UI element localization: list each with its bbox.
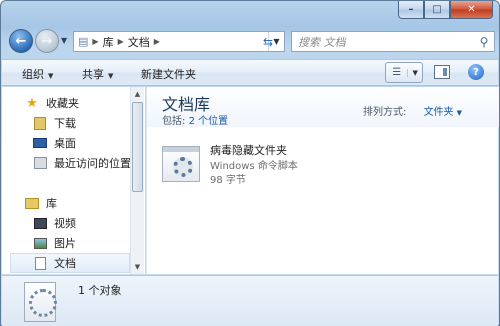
file-name: 病毒隐藏文件夹 xyxy=(210,144,287,157)
sidebar-label: 下载 xyxy=(54,117,76,130)
sidebar-label: 图片 xyxy=(54,237,76,250)
help-button[interactable]: ? xyxy=(468,64,484,80)
sidebar-label: 收藏夹 xyxy=(46,97,79,110)
change-view-button[interactable]: ☰ ▼ xyxy=(385,62,423,83)
details-pane: 1 个对象 xyxy=(2,275,498,326)
command-bar: 组织 ▼ 共享 ▼ 新建文件夹 ☰ ▼ ? xyxy=(2,59,498,86)
arrange-by: 排列方式: 文件夹 ▼ xyxy=(363,103,462,118)
sidebar-item-favorites[interactable]: ★ 收藏夹 xyxy=(24,93,79,113)
close-button[interactable]: ✕ xyxy=(450,1,493,19)
sidebar-item-documents[interactable]: 文档 xyxy=(10,253,130,273)
breadcrumb-documents[interactable]: 文档 xyxy=(124,34,154,50)
scroll-up-icon[interactable]: ▲ xyxy=(131,87,144,101)
nav-scrollbar[interactable]: ▲ ▼ xyxy=(130,87,144,274)
scroll-down-icon[interactable]: ▼ xyxy=(131,260,144,274)
script-file-icon xyxy=(24,282,57,322)
breadcrumb-library[interactable]: 库 xyxy=(99,34,118,50)
picture-icon xyxy=(32,236,48,250)
arrange-label: 排列方式: xyxy=(363,107,407,118)
gear-icon xyxy=(173,157,193,177)
share-label: 共享 xyxy=(82,68,104,81)
chevron-down-icon[interactable]: ▼ xyxy=(407,68,422,77)
organize-label: 组织 xyxy=(22,68,44,81)
arrow-right-icon: → xyxy=(41,33,53,49)
sidebar-item-recent[interactable]: 最近访问的位置 xyxy=(32,153,131,173)
includes-label: 包括: xyxy=(162,116,186,127)
forward-button[interactable]: → xyxy=(35,29,59,53)
back-button[interactable]: ← xyxy=(9,29,33,53)
explorer-window: – □ ✕ ← → ▼ ▤ ▶ 库 ▶ 文档 ▶ ▼ ⇆ 搜索 文档 ⚲ 组织 ▼… xyxy=(0,0,500,326)
sidebar-item-libraries[interactable]: 库 xyxy=(24,193,57,213)
video-icon xyxy=(32,216,48,230)
arrange-by-dropdown[interactable]: 文件夹 xyxy=(424,107,454,118)
chevron-down-icon: ▼ xyxy=(108,72,114,80)
file-type: Windows 命令脚本 xyxy=(210,161,298,172)
sidebar-item-pictures[interactable]: 图片 xyxy=(32,233,76,253)
script-file-icon xyxy=(162,146,200,182)
search-placeholder: 搜索 文档 xyxy=(298,35,346,49)
search-input[interactable]: 搜索 文档 ⚲ xyxy=(291,31,495,52)
minimize-button[interactable]: – xyxy=(398,1,424,19)
star-icon: ★ xyxy=(26,95,38,111)
maximize-button[interactable]: □ xyxy=(424,1,450,19)
navigation-pane: ★ 收藏夹 下载 桌面 最近访问的位置 库 视频 图片 文档 ▲ ▼ xyxy=(2,87,145,274)
library-header: 文档库 包括: 2 个位置 排列方式: 文件夹 ▼ xyxy=(147,87,499,127)
chevron-right-icon[interactable]: ▶ xyxy=(154,37,160,46)
new-folder-button[interactable]: 新建文件夹 xyxy=(141,66,196,82)
chevron-down-icon: ▼ xyxy=(48,72,54,80)
share-button[interactable]: 共享 ▼ xyxy=(82,66,113,82)
sidebar-label: 最近访问的位置 xyxy=(54,157,131,170)
file-item[interactable]: 病毒隐藏文件夹 Windows 命令脚本 98 字节 xyxy=(162,142,342,186)
library-includes: 包括: 2 个位置 xyxy=(162,112,228,127)
folder-icon: ▤ xyxy=(78,35,89,48)
caption-buttons: – □ ✕ xyxy=(398,1,493,19)
scroll-thumb[interactable] xyxy=(132,102,143,192)
sidebar-item-desktop[interactable]: 桌面 xyxy=(32,133,76,153)
sidebar-label: 视频 xyxy=(54,217,76,230)
sidebar-label: 桌面 xyxy=(54,137,76,150)
documents-icon xyxy=(32,256,48,270)
refresh-button[interactable]: ⇆ xyxy=(254,31,282,52)
content-pane: 文档库 包括: 2 个位置 排列方式: 文件夹 ▼ 病毒隐藏文件夹 Windows… xyxy=(146,87,499,274)
sidebar-item-downloads[interactable]: 下载 xyxy=(32,113,76,133)
view-icon: ☰ xyxy=(392,67,402,78)
recent-pages-dropdown[interactable]: ▼ xyxy=(61,36,67,45)
file-size: 98 字节 xyxy=(210,175,246,186)
preview-pane-button[interactable] xyxy=(434,65,450,79)
arrow-left-icon: ← xyxy=(15,33,27,49)
navigation-bar: ← → ▼ ▤ ▶ 库 ▶ 文档 ▶ ▼ ⇆ 搜索 文档 ⚲ xyxy=(7,26,495,56)
search-icon[interactable]: ⚲ xyxy=(474,35,494,49)
chevron-down-icon[interactable]: ▼ xyxy=(457,109,462,117)
sidebar-label: 库 xyxy=(46,197,57,210)
sidebar-label: 文档 xyxy=(54,257,76,270)
recent-places-icon xyxy=(32,156,48,170)
organize-button[interactable]: 组织 ▼ xyxy=(22,66,53,82)
sidebar-item-videos[interactable]: 视频 xyxy=(32,213,76,233)
includes-locations-link[interactable]: 2 个位置 xyxy=(189,116,229,127)
item-count: 1 个对象 xyxy=(78,284,122,297)
refresh-icon: ⇆ xyxy=(262,34,274,49)
desktop-icon xyxy=(32,136,48,150)
library-icon xyxy=(24,196,40,210)
downloads-folder-icon xyxy=(32,116,48,130)
